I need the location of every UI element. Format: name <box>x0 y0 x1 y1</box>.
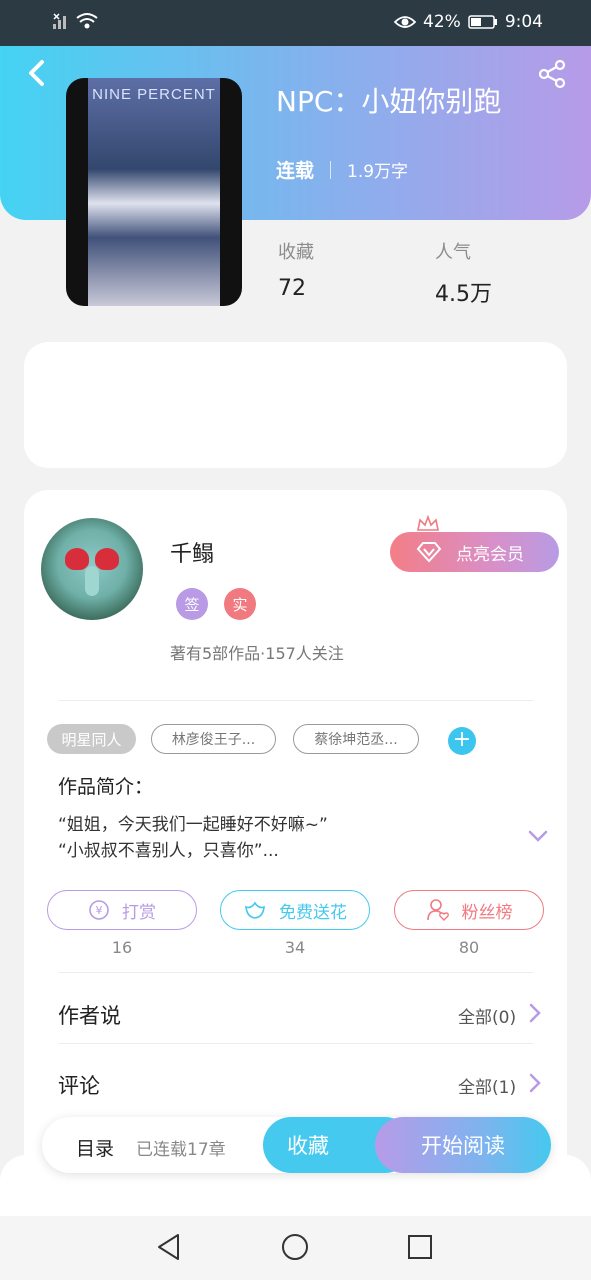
diamond-icon <box>416 542 442 563</box>
send-flower-label: 免费送花 <box>279 902 347 923</box>
wifi-icon <box>76 13 98 29</box>
author-name[interactable]: 千鳎 <box>170 536 214 568</box>
avatar-eye <box>95 548 119 570</box>
battery-percent: 42% <box>423 12 461 32</box>
divider <box>330 160 332 179</box>
crown-icon <box>417 514 439 531</box>
send-flower-button[interactable]: 免费送花 <box>220 890 370 930</box>
nav-recents-icon[interactable] <box>405 1232 435 1262</box>
serial-status: 连载 <box>276 160 315 182</box>
back-arrow-icon[interactable] <box>22 58 52 88</box>
intro-line: “姐姐，今天我们一起睡好不好嘛~” <box>58 815 328 835</box>
signal-icon <box>53 13 66 29</box>
author-says-title: 作者说 <box>58 1004 121 1028</box>
divider <box>58 1043 533 1044</box>
intro-line: “小叔叔不喜别人，只喜你”... <box>58 841 279 861</box>
verified-badge: 实 <box>224 588 256 620</box>
svg-text:¥: ¥ <box>96 904 103 917</box>
signed-badge: 签 <box>176 588 208 620</box>
intro-text[interactable]: “姐姐，今天我们一起睡好不好嘛~” “小叔叔不喜别人，只喜你”... <box>58 812 328 864</box>
stat-label: 人气 <box>435 242 471 263</box>
add-tag-button[interactable]: + <box>448 727 476 755</box>
intro-label: 作品简介： <box>58 776 154 798</box>
book-title: NPC：小妞你别跑 <box>276 85 502 118</box>
avatar-eye <box>65 548 89 570</box>
fan-ranking-label: 粉丝榜 <box>461 902 513 923</box>
flower-count: 34 <box>284 938 306 957</box>
vip-button[interactable]: 点亮会员 <box>390 532 559 572</box>
comments-all-link[interactable]: 全部(1) <box>458 1073 516 1098</box>
fan-count: 80 <box>458 938 480 957</box>
word-count: 1.9万字 <box>347 162 409 182</box>
start-reading-button[interactable]: 开始阅读 <box>375 1117 551 1173</box>
share-icon[interactable] <box>536 58 568 90</box>
chevron-down-icon[interactable] <box>526 826 550 846</box>
tag-category[interactable]: 明星同人 <box>47 724 136 754</box>
book-status-row: 连载 1.9万字 <box>276 156 408 183</box>
stat-favorites: 收藏 72 <box>278 238 314 301</box>
author-meta: 著有5部作品·157人关注 <box>170 644 344 663</box>
tag-item[interactable]: 林彦俊王子... <box>151 724 276 754</box>
stat-value: 72 <box>278 276 306 301</box>
status-bar: 42% 9:04 <box>0 0 591 46</box>
comments-title: 评论 <box>58 1074 100 1098</box>
fan-ranking-button[interactable]: 粉丝榜 <box>394 890 544 930</box>
toc-button[interactable]: 目录 <box>76 1134 114 1161</box>
vip-button-label: 点亮会员 <box>456 544 524 565</box>
blank-card <box>24 342 567 468</box>
coin-icon: ¥ <box>89 900 109 920</box>
clock: 9:04 <box>504 12 543 32</box>
author-says-all-link[interactable]: 全部(0) <box>458 1003 516 1028</box>
nav-home-icon[interactable] <box>280 1232 310 1262</box>
tag-item[interactable]: 蔡徐坤范丞... <box>293 724 419 754</box>
eye-comfort-icon <box>394 16 417 28</box>
stat-value: 4.5万 <box>435 282 492 307</box>
chevron-right-icon[interactable] <box>528 1072 542 1094</box>
nav-back-icon[interactable] <box>154 1232 184 1262</box>
stat-label: 收藏 <box>278 242 314 263</box>
user-heart-icon <box>426 899 449 921</box>
chapter-count: 已连载17章 <box>136 1140 226 1160</box>
tip-button-label: 打赏 <box>122 902 156 923</box>
author-avatar[interactable] <box>41 518 143 620</box>
chevron-right-icon[interactable] <box>528 1002 542 1024</box>
battery-icon <box>468 15 497 29</box>
tip-button[interactable]: ¥ 打赏 <box>47 890 197 930</box>
divider <box>58 700 533 701</box>
book-cover[interactable]: NINE PERCENT <box>66 78 242 306</box>
divider <box>58 972 533 973</box>
avatar-nose <box>85 566 99 596</box>
flower-icon <box>245 901 265 919</box>
cover-image <box>88 78 220 306</box>
cover-text: NINE PERCENT <box>92 86 216 103</box>
stat-popularity: 人气 4.5万 <box>435 238 492 308</box>
tip-count: 16 <box>111 938 133 957</box>
